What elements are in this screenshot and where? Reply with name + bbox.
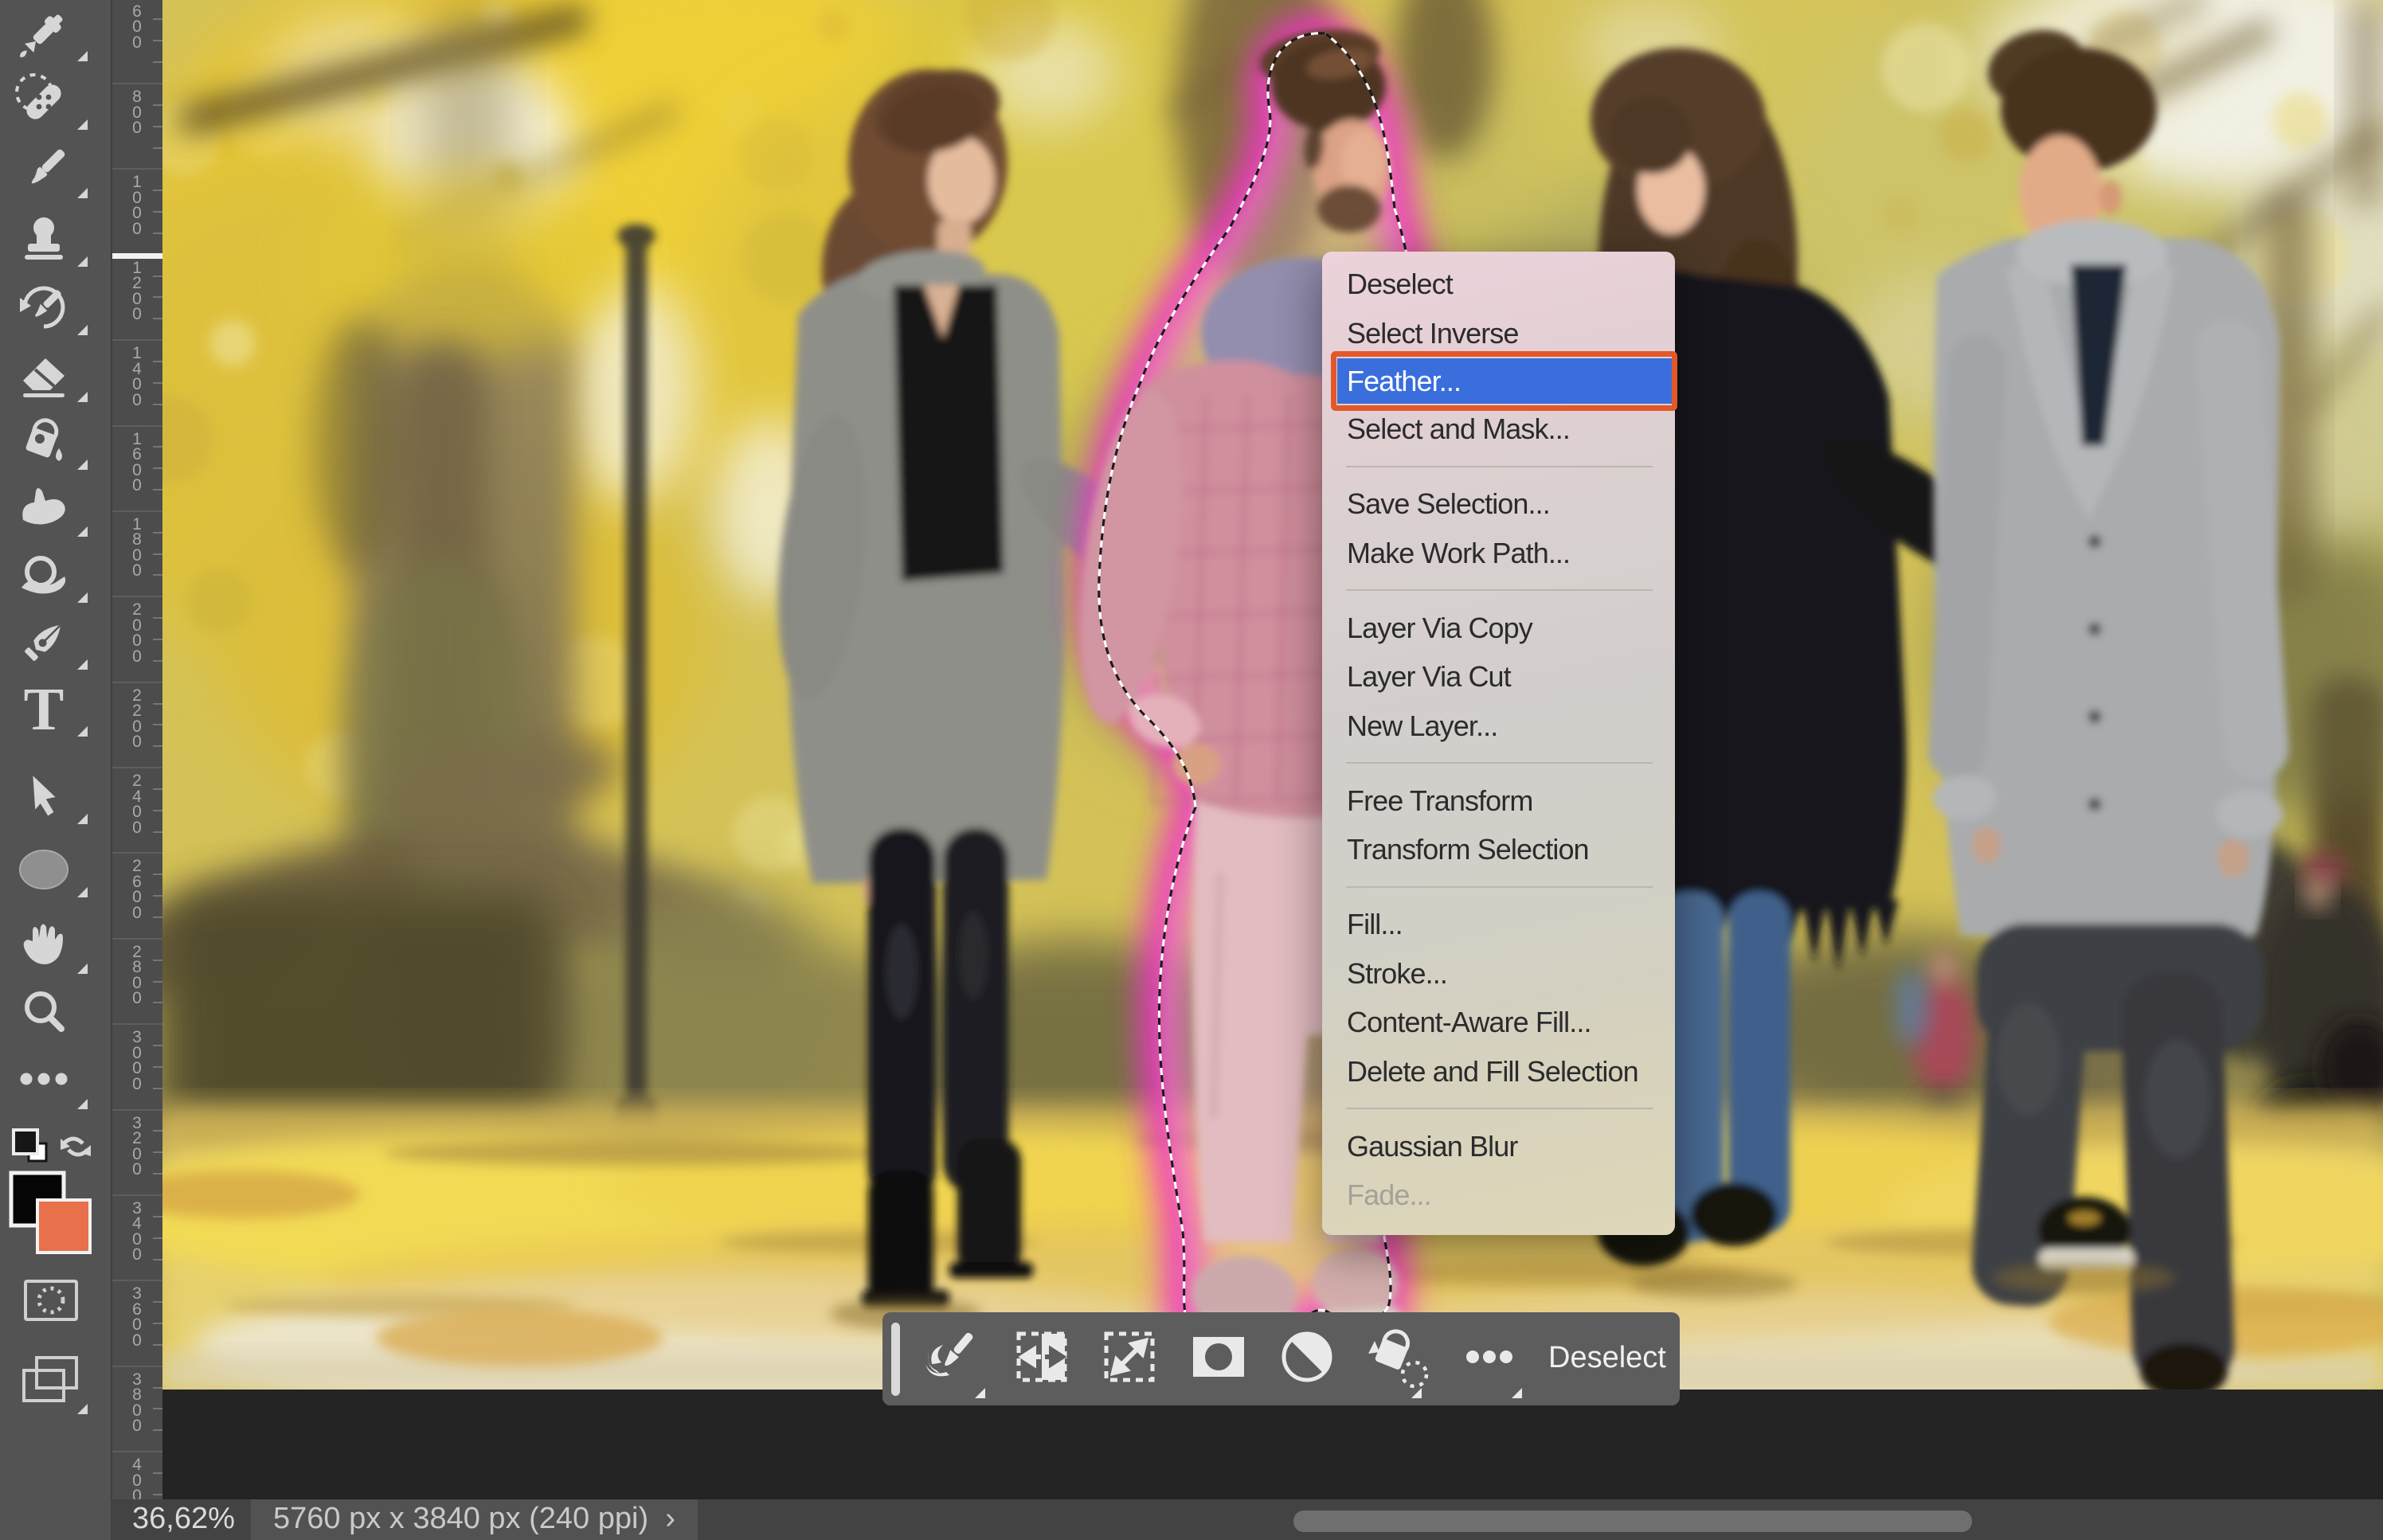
svg-text:T: T — [24, 676, 65, 743]
